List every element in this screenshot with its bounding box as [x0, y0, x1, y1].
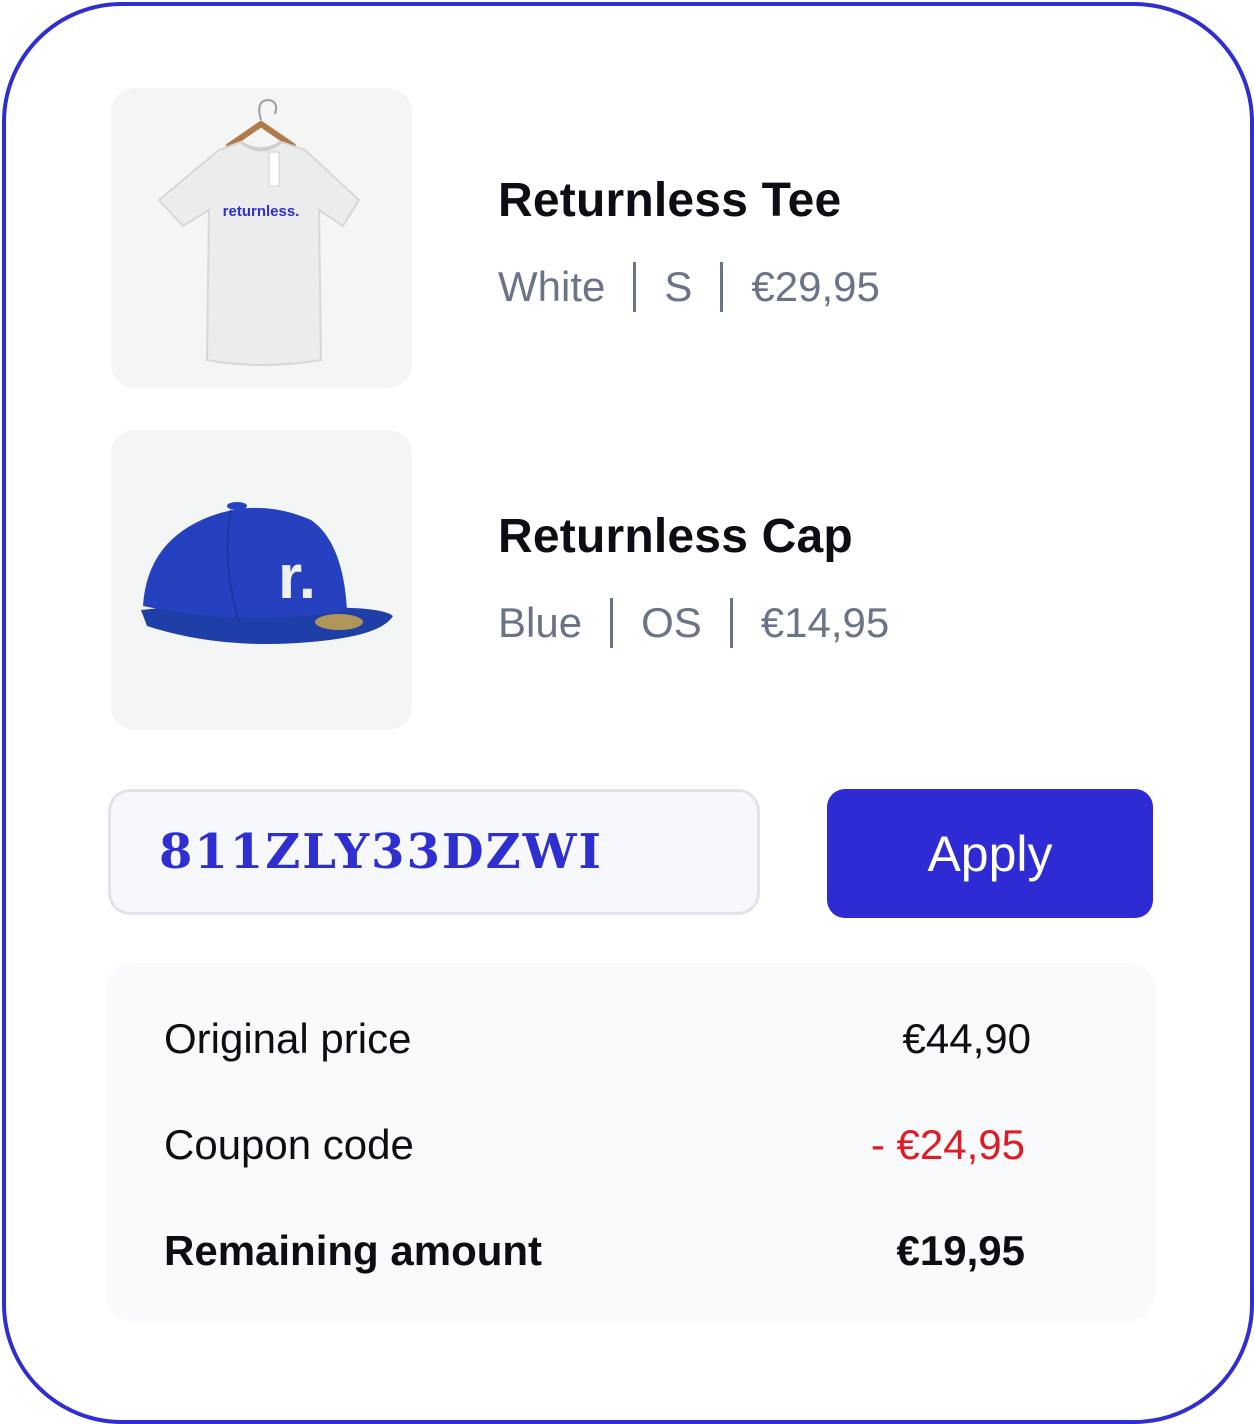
original-price-value: €44,90 — [902, 1015, 1031, 1062]
product-name: Returnless Tee — [498, 174, 842, 227]
tshirt-print-text: returnless. — [223, 203, 300, 220]
remaining-amount-value: €19,95 — [896, 1227, 1025, 1274]
divider — [729, 598, 733, 648]
coupon-discount-value: - €24,95 — [870, 1121, 1025, 1168]
price-summary: Original price €44,90 Coupon code - €24,… — [106, 963, 1155, 1321]
coupon-code-input[interactable]: 811ZLY33DZWI — [108, 789, 760, 915]
product-price: €14,95 — [760, 599, 890, 646]
cap-print-text: r. — [278, 543, 316, 612]
remaining-amount-label: Remaining amount — [164, 1227, 543, 1274]
coupon-code-label: Coupon code — [164, 1121, 414, 1168]
tshirt-image: returnless. — [111, 88, 412, 388]
product-name: Returnless Cap — [498, 510, 853, 563]
apply-button[interactable]: Apply — [827, 789, 1153, 918]
product-size: S — [664, 263, 693, 310]
cap-image: r. — [111, 430, 412, 730]
divider — [633, 262, 637, 312]
divider — [610, 598, 614, 648]
divider — [720, 262, 724, 312]
product-details: White S €29,95 — [498, 262, 880, 312]
product-size: OS — [641, 599, 702, 646]
product-details: Blue OS €14,95 — [498, 598, 889, 648]
product-price: €29,95 — [751, 263, 880, 310]
original-price-label: Original price — [164, 1015, 412, 1062]
product-color: Blue — [498, 599, 583, 646]
product-color: White — [498, 263, 606, 310]
